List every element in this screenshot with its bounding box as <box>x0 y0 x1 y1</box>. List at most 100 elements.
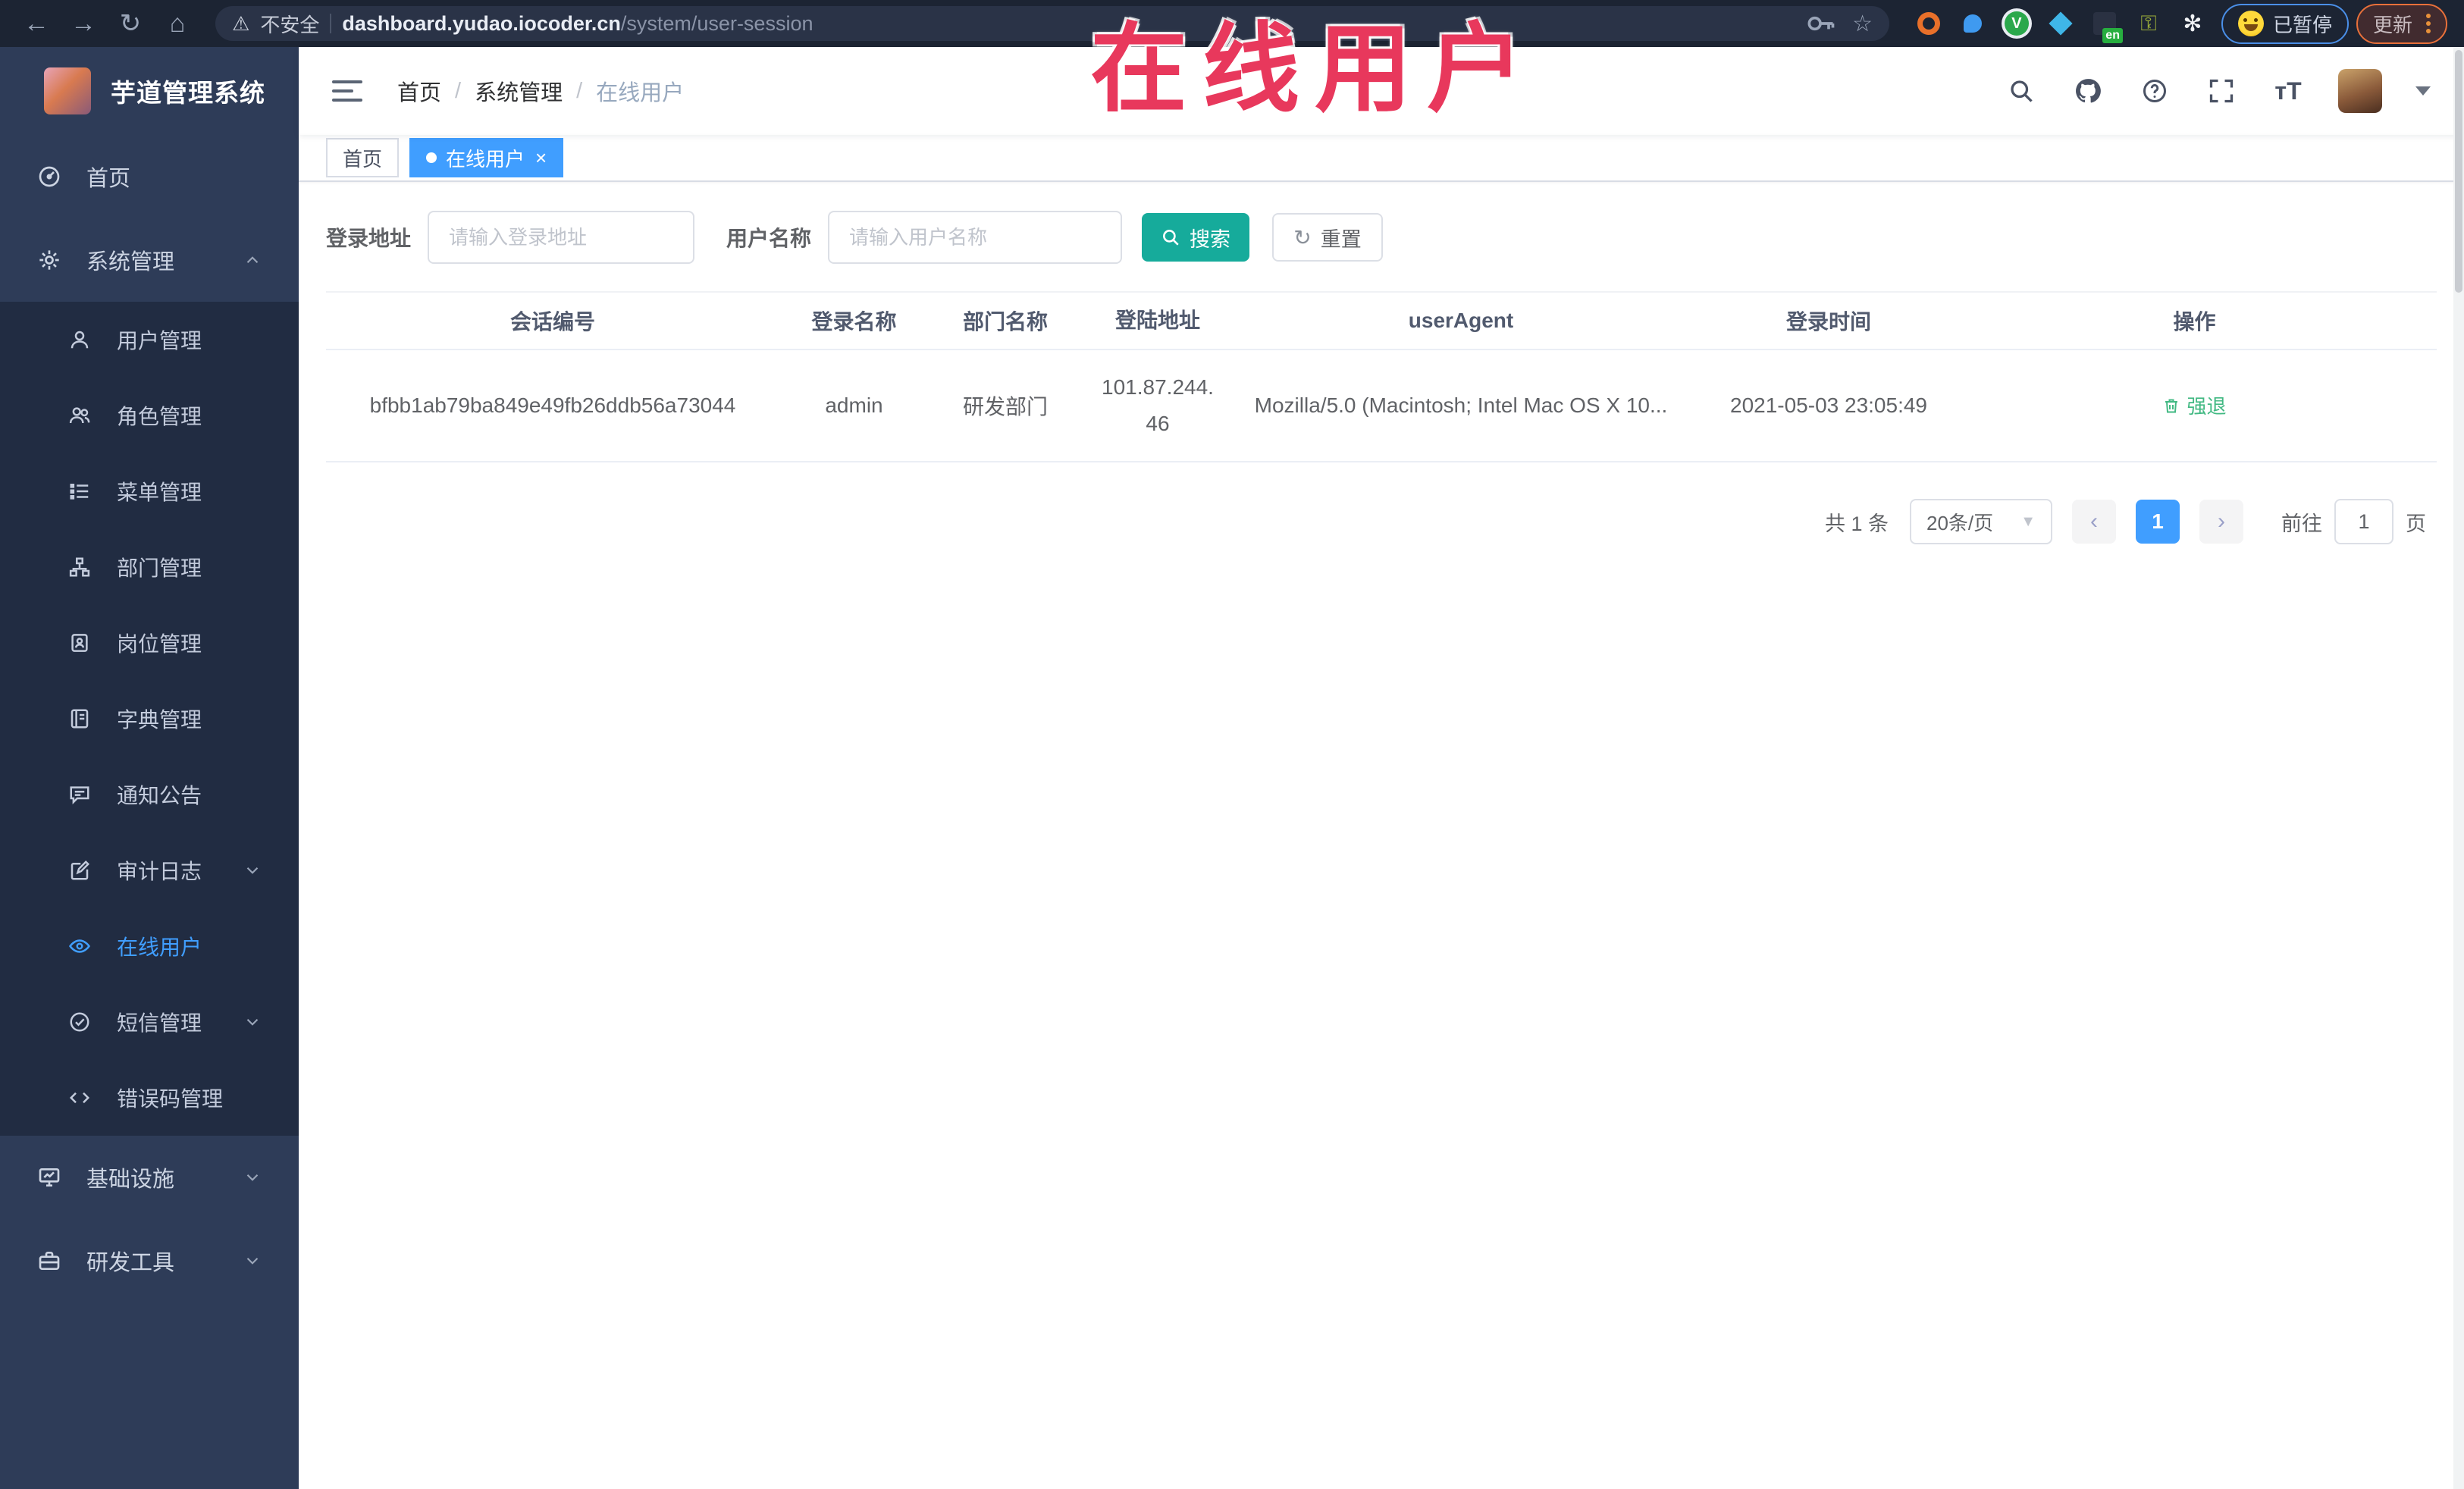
login-address-input[interactable] <box>428 211 695 264</box>
page-1-button[interactable]: 1 <box>2136 500 2180 544</box>
github-icon[interactable] <box>2071 74 2105 108</box>
prev-page-button[interactable]: ‹ <box>2072 500 2116 544</box>
breadcrumb-system[interactable]: 系统管理 <box>475 75 563 107</box>
main-area: 首页 / 系统管理 / 在线用户 ᴛT 首页 在线用户 × 登录地址 请输入登录… <box>299 47 2464 1489</box>
monitor-icon <box>36 1165 62 1190</box>
gear-icon <box>36 247 62 273</box>
col-username: 登录名称 <box>811 310 897 334</box>
app-logo-row[interactable]: 芋道管理系统 <box>0 47 299 135</box>
sidebar-item-dict[interactable]: 字典管理 <box>0 681 299 757</box>
window-scrollbar[interactable] <box>2453 47 2464 1489</box>
font-size-icon[interactable]: ᴛT <box>2271 74 2305 108</box>
green-v-icon[interactable]: V <box>2003 10 2030 37</box>
translate-en-icon[interactable] <box>2091 10 2118 37</box>
sidebar-item-notice[interactable]: 通知公告 <box>0 757 299 832</box>
reload-icon[interactable]: ↻ <box>111 4 150 43</box>
breadcrumb-current: 在线用户 <box>596 81 685 105</box>
security-warning-icon[interactable]: ⚠ <box>232 12 249 36</box>
sidebar-item-audit-log[interactable]: 审计日志 <box>0 832 299 908</box>
update-button[interactable]: 更新 <box>2356 3 2447 44</box>
chevron-down-icon: ▼ <box>2020 513 2036 530</box>
collapse-sidebar-icon[interactable] <box>332 80 362 102</box>
org-tree-icon <box>67 554 92 580</box>
back-icon[interactable]: ← <box>17 4 56 43</box>
chevron-down-icon <box>243 1251 262 1271</box>
blue-drop-icon[interactable] <box>1959 10 1986 37</box>
sidebar-item-roles[interactable]: 角色管理 <box>0 378 299 453</box>
paused-badge[interactable]: 已暂停 <box>2221 3 2349 44</box>
chevron-down-icon[interactable] <box>2415 86 2431 96</box>
home-icon[interactable]: ⌂ <box>158 4 197 43</box>
search-button[interactable]: 搜索 <box>1142 213 1250 262</box>
sidebar-item-menus[interactable]: 菜单管理 <box>0 453 299 529</box>
avatar[interactable] <box>2338 69 2382 113</box>
sessions-table: 会话编号 登录名称 部门名称 登陆地址 userAgent 登录时间 操作 bf… <box>326 291 2437 462</box>
password-key-icon[interactable] <box>1804 7 1837 40</box>
search-form: 登录地址 用户名称 搜索 ↻ 重置 <box>326 211 2437 264</box>
url-path: /system/user-session <box>620 11 813 35</box>
sidebar-item-dev-tools[interactable]: 研发工具 <box>0 1219 299 1302</box>
emoji-face-icon <box>2237 11 2264 36</box>
force-logout-button[interactable]: 强退 <box>2162 391 2227 419</box>
bookmark-star-icon[interactable]: ☆ <box>1852 11 1873 37</box>
sidebar-item-label: 部门管理 <box>117 556 202 580</box>
browser-toolbar: ← → ↻ ⌂ ⚠ 不安全 dashboard.yudao.iocoder.cn… <box>0 0 2464 47</box>
sidebar-item-home[interactable]: 首页 <box>0 135 299 218</box>
cell-session-id: bfbb1ab79ba849e49fb26ddb56a73044 <box>369 393 736 417</box>
next-page-button[interactable]: › <box>2199 500 2243 544</box>
scrollbar-thumb[interactable] <box>2455 50 2462 293</box>
breadcrumb: 首页 / 系统管理 / 在线用户 <box>397 75 684 107</box>
refresh-icon: ↻ <box>1293 225 1312 249</box>
sidebar-item-sms[interactable]: 短信管理 <box>0 984 299 1060</box>
sidebar-item-label: 岗位管理 <box>117 632 202 656</box>
list-icon <box>67 478 92 504</box>
close-icon[interactable]: × <box>535 148 547 168</box>
sidebar-item-label: 在线用户 <box>117 936 202 959</box>
address-bar[interactable]: ⚠ 不安全 dashboard.yudao.iocoder.cn/system/… <box>215 6 1889 41</box>
cell-login-time: 2021-05-03 23:05:49 <box>1730 393 1927 417</box>
sidebar-item-label: 系统管理 <box>86 250 175 274</box>
browser-menu-icon[interactable] <box>2426 14 2431 33</box>
orange-ring-icon[interactable] <box>1915 10 1942 37</box>
update-label: 更新 <box>2372 13 2412 36</box>
reset-button[interactable]: ↻ 重置 <box>1272 213 1384 262</box>
white-flower-icon[interactable]: ✻ <box>2179 10 2206 37</box>
chevron-down-icon <box>243 860 262 880</box>
forward-icon[interactable]: → <box>64 4 103 43</box>
sidebar-item-infra[interactable]: 基础设施 <box>0 1136 299 1219</box>
tab-home[interactable]: 首页 <box>326 138 400 177</box>
online-eye-icon <box>67 933 92 959</box>
sidebar-item-error-codes[interactable]: 错误码管理 <box>0 1060 299 1136</box>
tab-online-users[interactable]: 在线用户 × <box>409 138 564 177</box>
search-icon[interactable] <box>2005 74 2038 108</box>
sidebar-item-label: 审计日志 <box>117 860 202 883</box>
blue-diamond-icon[interactable] <box>2047 10 2074 37</box>
sidebar-item-depts[interactable]: 部门管理 <box>0 529 299 605</box>
goto-suffix: 页 <box>2406 512 2426 535</box>
extensions-row: V ⚿ ✻ <box>1915 10 2206 37</box>
sidebar-item-users[interactable]: 用户管理 <box>0 302 299 378</box>
help-icon[interactable] <box>2138 74 2171 108</box>
dashboard-icon <box>36 164 62 190</box>
sidebar-item-label: 短信管理 <box>117 1011 202 1035</box>
cell-actions: 强退 <box>1969 391 2420 420</box>
col-actions: 操作 <box>2173 310 2216 334</box>
app-header: 首页 / 系统管理 / 在线用户 ᴛT <box>299 47 2464 135</box>
col-dept: 部门名称 <box>962 310 1048 334</box>
sidebar-item-label: 首页 <box>86 167 131 191</box>
goto-page-input[interactable] <box>2334 499 2393 544</box>
sidebar-item-system[interactable]: 系统管理 <box>0 218 299 302</box>
fullscreen-icon[interactable] <box>2205 74 2238 108</box>
breadcrumb-home[interactable]: 首页 <box>397 75 441 107</box>
page-size-select[interactable]: 20条/页 ▼ <box>1910 499 2052 544</box>
url-text[interactable]: dashboard.yudao.iocoder.cn/system/user-s… <box>342 12 813 36</box>
breadcrumb-separator: / <box>576 78 583 103</box>
sidebar-item-online-users[interactable]: 在线用户 <box>0 908 299 984</box>
tags-view: 首页 在线用户 × <box>299 135 2464 182</box>
sidebar-item-posts[interactable]: 岗位管理 <box>0 605 299 681</box>
green-key-icon[interactable]: ⚿ <box>2135 10 2162 37</box>
tab-label: 在线用户 <box>446 147 525 171</box>
book-icon <box>67 706 92 732</box>
tab-label: 首页 <box>343 147 383 171</box>
username-input[interactable] <box>828 211 1123 264</box>
